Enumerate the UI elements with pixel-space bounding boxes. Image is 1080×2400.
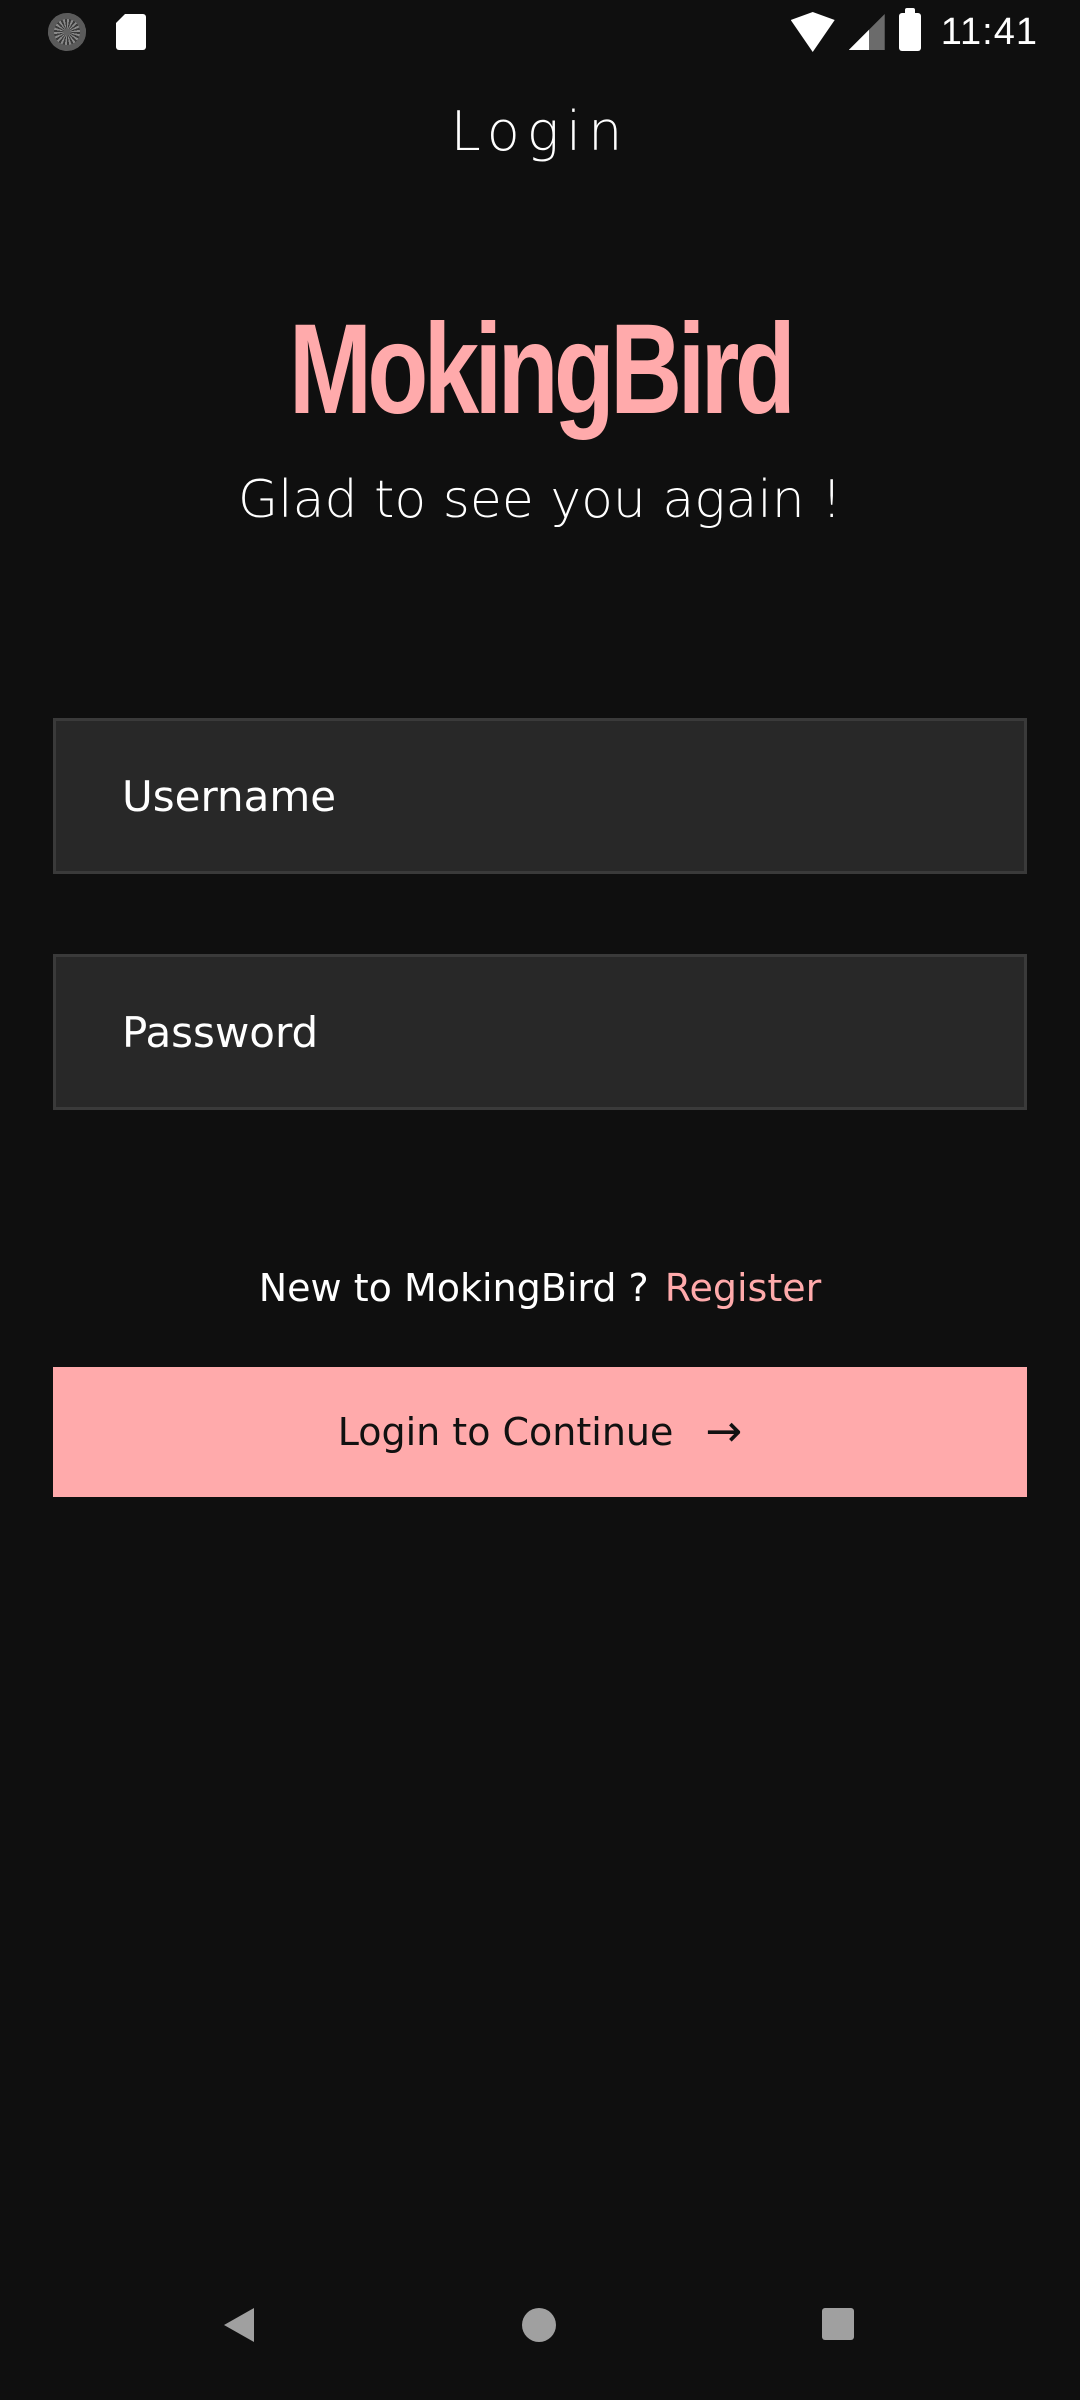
password-input[interactable] [56, 957, 1024, 1107]
login-button[interactable]: Login to Continue → [53, 1367, 1027, 1497]
wifi-icon [790, 12, 835, 52]
loading-icon [48, 13, 86, 51]
register-link[interactable]: Register [665, 1266, 821, 1310]
status-right: 11:41 [790, 8, 1038, 56]
tagline: Glad to see you again ! [237, 470, 843, 530]
navigation-bar [0, 2260, 1080, 2400]
back-icon[interactable] [224, 2308, 254, 2342]
cell-signal-icon [848, 14, 885, 50]
login-button-label: Login to Continue [337, 1410, 674, 1454]
recents-icon[interactable] [822, 2308, 854, 2340]
status-left [48, 12, 146, 52]
brand-logo: MokingBird [288, 298, 796, 441]
status-time: 11:41 [940, 10, 1038, 53]
username-input[interactable] [56, 721, 1024, 871]
sd-card-icon [116, 14, 146, 50]
register-row: New to MokingBird ? Register [0, 1266, 1080, 1310]
login-screen: 11:41 Login MokingBird Glad to see you a… [0, 0, 1080, 2400]
username-field[interactable] [53, 718, 1027, 874]
register-prompt: New to MokingBird ? [258, 1266, 649, 1310]
battery-icon [898, 8, 921, 51]
home-icon[interactable] [522, 2308, 556, 2342]
status-bar: 11:41 [0, 0, 1080, 64]
arrow-right-icon: → [705, 1406, 743, 1457]
page-title: Login [450, 100, 630, 163]
password-field[interactable] [53, 954, 1027, 1110]
